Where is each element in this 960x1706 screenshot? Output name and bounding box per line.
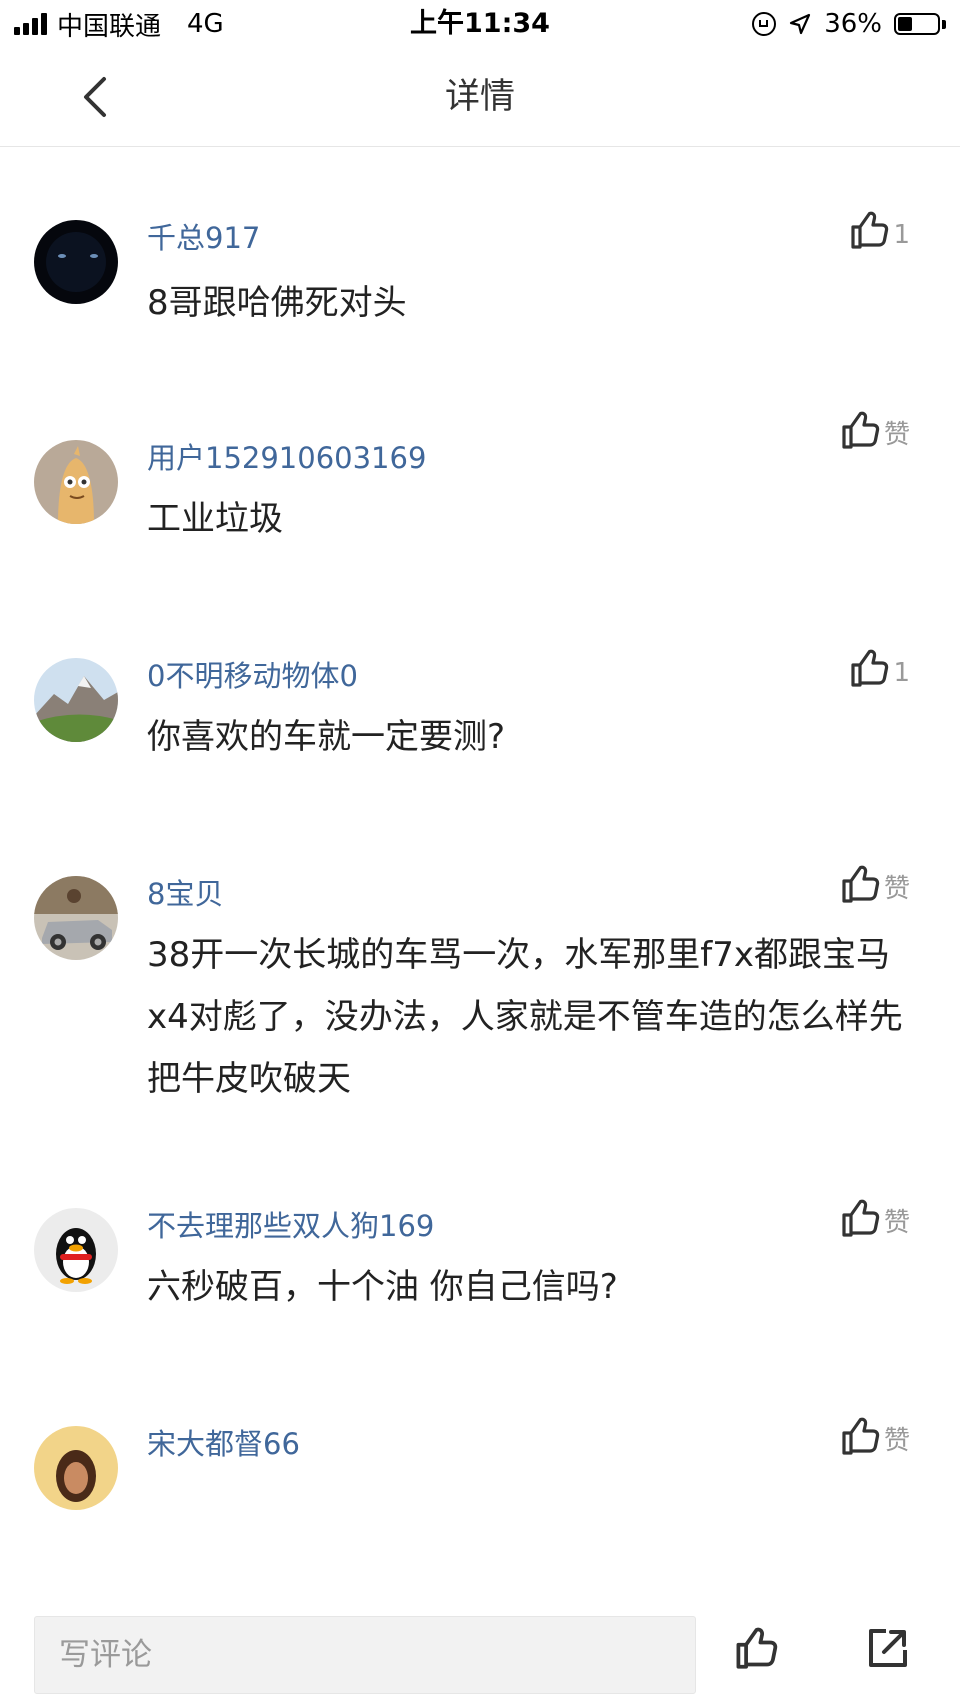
car-photo-avatar[interactable] bbox=[34, 876, 118, 960]
page-title: 详情 bbox=[444, 77, 515, 117]
thumbs-up-icon bbox=[851, 649, 889, 687]
share-icon bbox=[869, 1629, 907, 1667]
location-arrow-icon bbox=[790, 13, 811, 35]
bottom-bar: 写评论 bbox=[0, 1604, 960, 1706]
cartoon-character-avatar[interactable] bbox=[34, 440, 118, 524]
comment-text: 六秒破百，十个油 你自己信吗? bbox=[147, 1267, 618, 1307]
article-like-button[interactable] bbox=[734, 1626, 778, 1674]
comment-like-button[interactable]: 赞 bbox=[840, 1416, 910, 1456]
comment-like-button[interactable]: 1 bbox=[849, 648, 910, 688]
comment-username[interactable]: 用户152910603169 bbox=[147, 438, 426, 478]
comment-text: 工业垃圾 bbox=[147, 499, 283, 539]
share-button[interactable] bbox=[866, 1626, 910, 1674]
comment-text: 你喜欢的车就一定要测? bbox=[147, 717, 506, 757]
comment-username[interactable]: 不去理那些双人狗169 bbox=[147, 1206, 434, 1246]
comment-username[interactable]: 0不明移动物体0 bbox=[147, 656, 358, 696]
comment-input[interactable]: 写评论 bbox=[34, 1616, 696, 1694]
thumbs-up-icon bbox=[842, 1199, 880, 1237]
like-count: 1 bbox=[893, 658, 910, 688]
like-count: 1 bbox=[893, 220, 910, 250]
comment-like-button[interactable]: 赞 bbox=[840, 410, 910, 450]
orientation-lock-icon bbox=[752, 12, 777, 36]
like-label: 赞 bbox=[883, 1426, 910, 1456]
comment-like-button[interactable]: 赞 bbox=[840, 864, 910, 904]
comment-username[interactable]: 宋大都督66 bbox=[147, 1424, 300, 1464]
thumbs-up-icon bbox=[736, 1627, 778, 1669]
thumbs-up-icon bbox=[842, 411, 880, 449]
comment-like-button[interactable]: 赞 bbox=[840, 1198, 910, 1238]
thumbs-up-icon bbox=[851, 211, 889, 249]
comment-username[interactable]: 8宝贝 bbox=[147, 874, 223, 914]
person-photo-avatar[interactable] bbox=[34, 1426, 118, 1510]
battery-icon bbox=[894, 13, 946, 35]
comment-text: 38开一次长城的车骂一次，水军那里f7x都跟宝马x4对彪了，没办法，人家就是不管… bbox=[147, 935, 903, 1099]
thumbs-up-icon bbox=[842, 1417, 880, 1455]
comment-like-button[interactable]: 1 bbox=[849, 210, 910, 250]
status-bar: 中国联通 4G 上午11:34 36% bbox=[0, 0, 960, 48]
like-label: 赞 bbox=[883, 874, 910, 904]
like-label: 赞 bbox=[883, 1208, 910, 1238]
like-label: 赞 bbox=[883, 420, 910, 450]
dark-cat-avatar[interactable] bbox=[34, 220, 118, 304]
nav-bar: 详情 bbox=[0, 48, 960, 147]
comment-text: 8哥跟哈佛死对头 bbox=[147, 283, 407, 323]
status-right: 36% bbox=[752, 6, 946, 42]
penguin-avatar[interactable] bbox=[34, 1208, 118, 1292]
battery-percent: 36% bbox=[824, 9, 882, 39]
comment-username[interactable]: 千总917 bbox=[147, 218, 260, 258]
thumbs-up-icon bbox=[842, 865, 880, 903]
comment-list[interactable]: 千总917 8哥跟哈佛死对头 1 用户152910603169 工业垃圾 赞 0… bbox=[0, 146, 960, 1604]
mountain-landscape-avatar[interactable] bbox=[34, 658, 118, 742]
